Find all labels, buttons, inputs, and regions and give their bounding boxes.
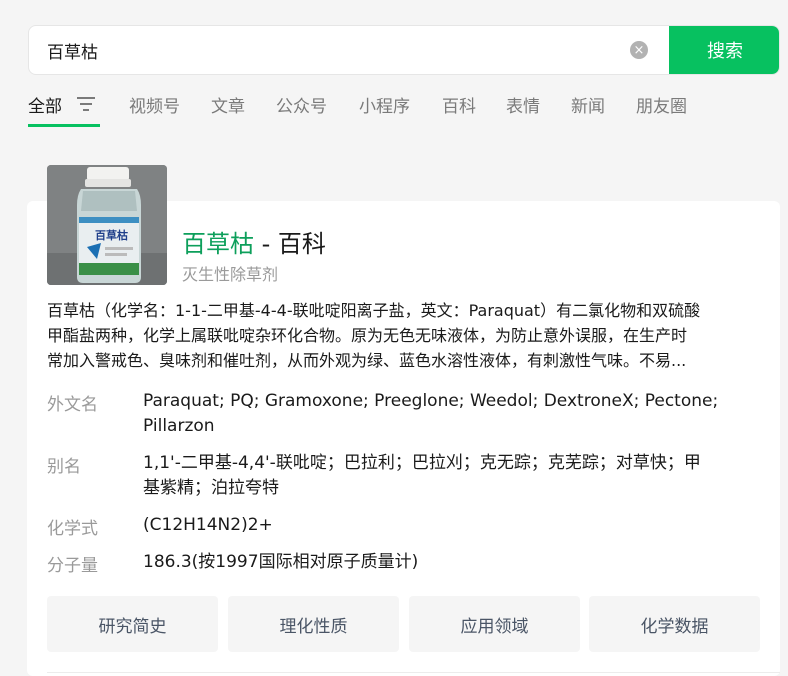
info-label-alias: 别名 [47, 457, 81, 477]
search-button[interactable]: 搜索 [669, 26, 779, 74]
info-value-formula: (C12H14N2)2+ [143, 513, 763, 538]
clear-search-icon[interactable]: × [630, 41, 648, 59]
info-value-line: 186.3(按1997国际相对原子质量计) [143, 552, 419, 572]
info-value-line: 基紫精；泊拉夸特 [143, 478, 279, 498]
info-value-line: 1,1'-二甲基-4,4'-联吡啶；巴拉利；巴拉刈；克无踪；克芜踪；对草快；甲 [143, 453, 701, 473]
info-label-molecular-weight: 分子量 [47, 556, 98, 576]
description-line: 百草枯（化学名：1-1-二甲基-4-4-联吡啶阳离子盐，英文：Paraquat）… [47, 301, 701, 320]
info-value-molecular-weight: 186.3(按1997国际相对原子质量计) [143, 550, 763, 575]
card-divider [47, 672, 780, 673]
paraquat-bottle-image: 百草枯 [47, 165, 167, 285]
result-description[interactable]: 百草枯（化学名：1-1-二甲基-4-4-联吡啶阳离子盐，英文：Paraquat）… [47, 298, 759, 373]
tab-news[interactable]: 新闻 [571, 92, 605, 117]
info-value-foreign-name: Paraquat; PQ; Gramoxone; Preeglone; Weed… [143, 389, 763, 439]
tab-encyclopedia[interactable]: 百科 [442, 92, 476, 117]
result-title-keyword: 百草枯 [182, 230, 254, 258]
section-button-applications[interactable]: 应用领域 [409, 596, 580, 652]
info-label-foreign-name: 外文名 [47, 395, 98, 415]
description-line: 甲酯盐两种，化学上属联吡啶杂环化合物。原为无色无味液体，为防止意外误服，在生产时 [47, 326, 688, 345]
result-title[interactable]: 百草枯 - 百科 [182, 224, 326, 259]
product-thumbnail[interactable]: 百草枯 [47, 165, 167, 285]
info-value-line: (C12H14N2)2+ [143, 515, 273, 535]
info-value-line: Pillarzon [143, 416, 215, 436]
section-button-history[interactable]: 研究简史 [47, 596, 218, 652]
tab-channels[interactable]: 视频号 [129, 92, 180, 117]
description-line: 常加入警戒色、臭味剂和催吐剂，从而外观为绿、蓝色水溶性液体，有刺激性气味。不易.… [47, 351, 687, 370]
info-value-line: Paraquat; PQ; Gramoxone; Preeglone; Weed… [143, 391, 719, 411]
result-title-suffix: - 百科 [254, 230, 326, 258]
result-subtitle: 灭生性除草剂 [182, 265, 279, 284]
tab-mini-programs[interactable]: 小程序 [359, 92, 410, 117]
tab-articles[interactable]: 文章 [211, 92, 245, 117]
tab-stickers[interactable]: 表情 [506, 92, 540, 117]
section-button-properties[interactable]: 理化性质 [228, 596, 399, 652]
info-label-formula: 化学式 [47, 519, 98, 539]
bottle-label-text: 百草枯 [95, 228, 128, 242]
section-button-chemical-data[interactable]: 化学数据 [589, 596, 760, 652]
search-box: × 搜索 [28, 25, 780, 75]
active-tab-underline [28, 124, 100, 127]
tab-all[interactable]: 全部 [28, 92, 62, 117]
search-input[interactable] [29, 26, 629, 74]
filter-icon[interactable] [77, 97, 95, 111]
tab-official-accounts[interactable]: 公众号 [276, 92, 327, 117]
tab-moments[interactable]: 朋友圈 [636, 92, 687, 117]
info-value-alias: 1,1'-二甲基-4,4'-联吡啶；巴拉利；巴拉刈；克无踪；克芜踪；对草快；甲 … [143, 451, 763, 501]
